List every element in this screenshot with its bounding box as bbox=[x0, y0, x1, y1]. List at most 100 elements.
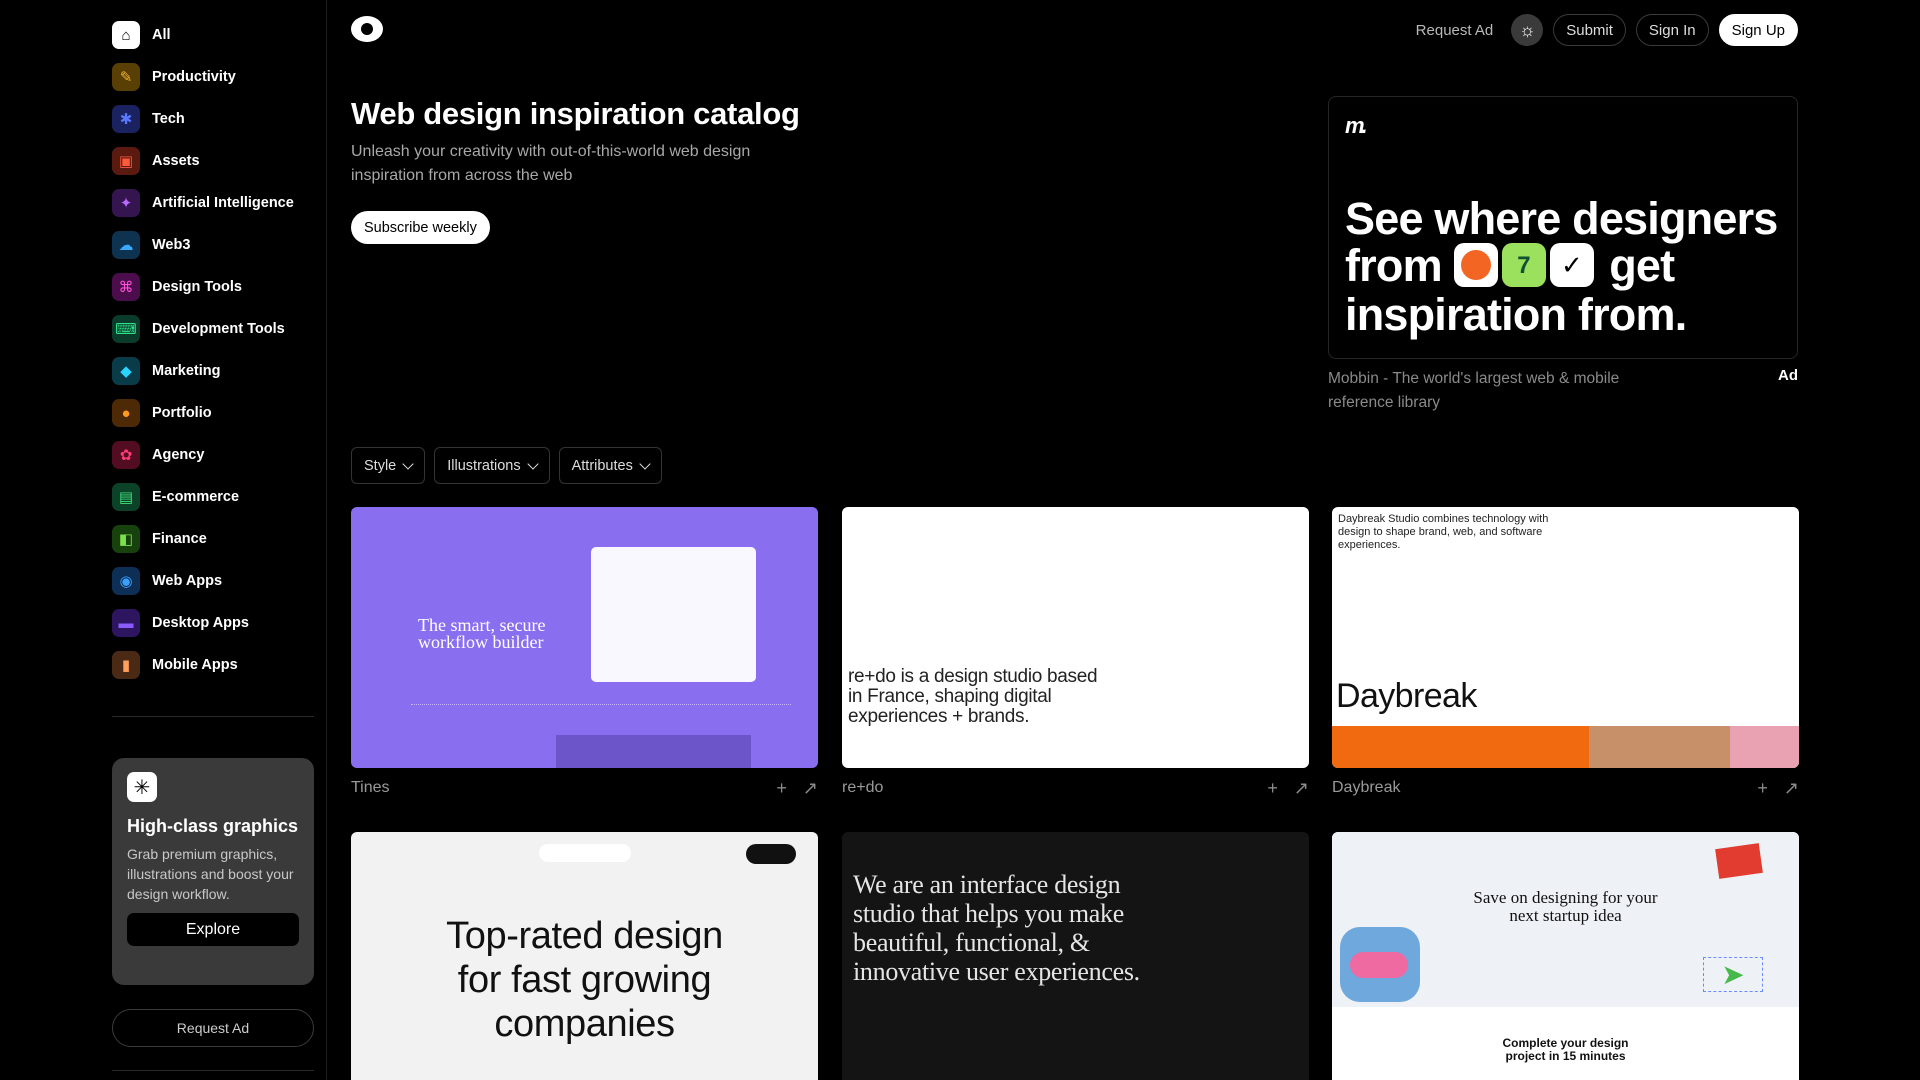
sign-up-button[interactable]: Sign Up bbox=[1718, 14, 1798, 46]
promo-title: High-class graphics bbox=[127, 816, 299, 836]
sidebar-item-all[interactable]: ⌂ All bbox=[112, 14, 322, 56]
app-screenshot bbox=[591, 547, 756, 682]
sidebar-item-assets[interactable]: ▣ Assets bbox=[112, 140, 322, 182]
thumb-image bbox=[1332, 726, 1589, 768]
sidebar-item-development-tools[interactable]: ⌨ Development Tools bbox=[112, 308, 322, 350]
phone-icon: ▮ bbox=[112, 651, 140, 679]
submit-button[interactable]: Submit bbox=[1553, 14, 1626, 46]
page: ⌂ All ✎ Productivity ✱ Tech ▣ Assets ✦ Artificial… bbox=[0, 0, 1920, 1080]
style-filter[interactable]: Style bbox=[351, 447, 426, 484]
site-card[interactable]: Top-rated design for fast growing compan… bbox=[351, 832, 818, 1080]
site-card-redo[interactable]: re+do is a design studio based in France… bbox=[842, 507, 1309, 808]
thumb-subheadline: Complete your design project in 15 minut… bbox=[1502, 1036, 1629, 1063]
asterisk-icon: ✳ bbox=[127, 772, 157, 802]
site-thumbnail[interactable]: ➤ Save on designing for your next startu… bbox=[1332, 832, 1799, 1080]
cloud-icon: ☁ bbox=[112, 231, 140, 259]
thumb-panel bbox=[556, 735, 751, 768]
sidebar-divider bbox=[112, 716, 314, 717]
worm-illustration bbox=[1350, 952, 1408, 978]
sidebar-item-design-tools[interactable]: ⌘ Design Tools bbox=[112, 266, 322, 308]
ad-label: Ad bbox=[1778, 367, 1798, 384]
sparkle-icon: ✦ bbox=[112, 189, 140, 217]
compass-icon: ◉ bbox=[112, 567, 140, 595]
illustrations-filter[interactable]: Illustrations bbox=[434, 447, 550, 484]
sidebar-item-label: Productivity bbox=[152, 69, 236, 85]
thumb-headline: The smart, secure workflow builder bbox=[418, 615, 546, 652]
plus-icon[interactable]: + bbox=[1757, 778, 1768, 799]
chevron-down-icon bbox=[526, 457, 539, 470]
sidebar-item-web-apps[interactable]: ◉ Web Apps bbox=[112, 560, 322, 602]
site-card[interactable]: ➤ Save on designing for your next startu… bbox=[1332, 832, 1799, 1080]
page-title: Web design inspiration catalog bbox=[351, 96, 800, 131]
sidebar-item-tech[interactable]: ✱ Tech bbox=[112, 98, 322, 140]
arrow-cursor-icon: ➤ bbox=[1703, 957, 1763, 992]
productivity-icon: ✎ bbox=[112, 63, 140, 91]
person-icon: ● bbox=[112, 399, 140, 427]
site-thumbnail[interactable]: The smart, secure workflow builder bbox=[351, 507, 818, 768]
thumb-headline: Save on designing for your next startup … bbox=[1473, 888, 1658, 925]
sidebar-item-e-commerce[interactable]: ▤ E-commerce bbox=[112, 476, 322, 518]
thumb-headline: We are an interface design studio that h… bbox=[853, 870, 1140, 986]
sidebar-item-desktop-apps[interactable]: ▬ Desktop Apps bbox=[112, 602, 322, 644]
plus-icon[interactable]: + bbox=[776, 778, 787, 799]
sidebar-item-label: All bbox=[152, 27, 171, 43]
group-icon: ✿ bbox=[112, 441, 140, 469]
external-link-icon[interactable]: ↗ bbox=[803, 778, 818, 799]
external-link-icon[interactable]: ↗ bbox=[1294, 778, 1309, 799]
ad-card[interactable]: m. See where designers from 7 ✓ get inspi… bbox=[1328, 96, 1798, 359]
attributes-filter[interactable]: Attributes bbox=[558, 447, 662, 484]
tag-icon: ◆ bbox=[112, 357, 140, 385]
sidebar-item-portfolio[interactable]: ● Portfolio bbox=[112, 392, 322, 434]
sun-icon[interactable]: ☼ bbox=[1511, 14, 1544, 46]
thumb-button bbox=[746, 844, 796, 864]
chip-icon: ✱ bbox=[112, 105, 140, 133]
sidebar-item-mobile-apps[interactable]: ▮ Mobile Apps bbox=[112, 644, 322, 686]
card-title[interactable]: Daybreak bbox=[1332, 779, 1400, 797]
thumb-headline: re+do is a design studio based in France… bbox=[848, 666, 1098, 727]
site-card[interactable]: We are an interface design studio that h… bbox=[842, 832, 1309, 1080]
promo-card: ✳ High-class graphics Grab premium graph… bbox=[112, 758, 314, 985]
ad-caption: Mobbin - The world's largest web & mobil… bbox=[1328, 370, 1620, 411]
sign-in-button[interactable]: Sign In bbox=[1635, 14, 1709, 46]
top-nav: Request Ad ☼ Submit Sign In Sign Up bbox=[1408, 14, 1798, 46]
external-link-icon[interactable]: ↗ bbox=[1784, 778, 1799, 799]
thumb-headline: Top-rated design for fast growing compan… bbox=[446, 915, 723, 1045]
sidebar-item-label: Finance bbox=[152, 531, 207, 547]
category-nav: ⌂ All ✎ Productivity ✱ Tech ▣ Assets ✦ Artificial… bbox=[112, 14, 322, 686]
filter-bar: Style Illustrations Attributes bbox=[351, 447, 662, 484]
sidebar-item-label: Web Apps bbox=[152, 573, 223, 589]
site-thumbnail[interactable]: We are an interface design studio that h… bbox=[842, 832, 1309, 1080]
sidebar-item-label: Mobile Apps bbox=[152, 657, 238, 673]
sidebar-item-web3[interactable]: ☁ Web3 bbox=[112, 224, 322, 266]
plus-icon[interactable]: + bbox=[1267, 778, 1278, 799]
site-thumbnail[interactable]: re+do is a design studio based in France… bbox=[842, 507, 1309, 768]
sidebar-item-label: Agency bbox=[152, 447, 205, 463]
sidebar-item-artificial-intelligence[interactable]: ✦ Artificial Intelligence bbox=[112, 182, 322, 224]
card-title[interactable]: Tines bbox=[351, 779, 390, 797]
home-icon: ⌂ bbox=[112, 21, 140, 49]
sidebar-item-agency[interactable]: ✿ Agency bbox=[112, 434, 322, 476]
sidebar-item-productivity[interactable]: ✎ Productivity bbox=[112, 56, 322, 98]
sidebar-item-label: E-commerce bbox=[152, 489, 240, 505]
subscribe-button[interactable]: Subscribe weekly bbox=[351, 211, 490, 244]
request-ad-link[interactable]: Request Ad bbox=[1408, 22, 1502, 39]
sidebar-item-label: Design Tools bbox=[152, 279, 242, 295]
site-thumbnail[interactable]: Daybreak Studio combines technology with… bbox=[1332, 507, 1799, 768]
sidebar-item-finance[interactable]: ◧ Finance bbox=[112, 518, 322, 560]
wallet-icon: ◧ bbox=[112, 525, 140, 553]
sidebar-item-marketing[interactable]: ◆ Marketing bbox=[112, 350, 322, 392]
site-card-daybreak[interactable]: Daybreak Studio combines technology with… bbox=[1332, 507, 1799, 808]
sidebar-item-label: Development Tools bbox=[152, 321, 285, 337]
site-thumbnail[interactable]: Top-rated design for fast growing compan… bbox=[351, 832, 818, 1080]
thumb-intro: Daybreak Studio combines technology with… bbox=[1338, 513, 1549, 551]
speaker-illustration bbox=[1715, 843, 1763, 879]
chevron-down-icon bbox=[639, 457, 651, 470]
chevron-down-icon bbox=[402, 457, 414, 470]
sidebar-divider bbox=[112, 1070, 314, 1071]
card-title[interactable]: re+do bbox=[842, 779, 883, 797]
sidebar-request-ad-button[interactable]: Request Ad bbox=[112, 1009, 314, 1047]
site-card-tines[interactable]: The smart, secure workflow builder Tines… bbox=[351, 507, 818, 808]
explore-button[interactable]: Explore bbox=[127, 913, 299, 946]
eye-logo-icon[interactable] bbox=[351, 16, 383, 42]
sidebar-item-label: Desktop Apps bbox=[152, 615, 249, 631]
